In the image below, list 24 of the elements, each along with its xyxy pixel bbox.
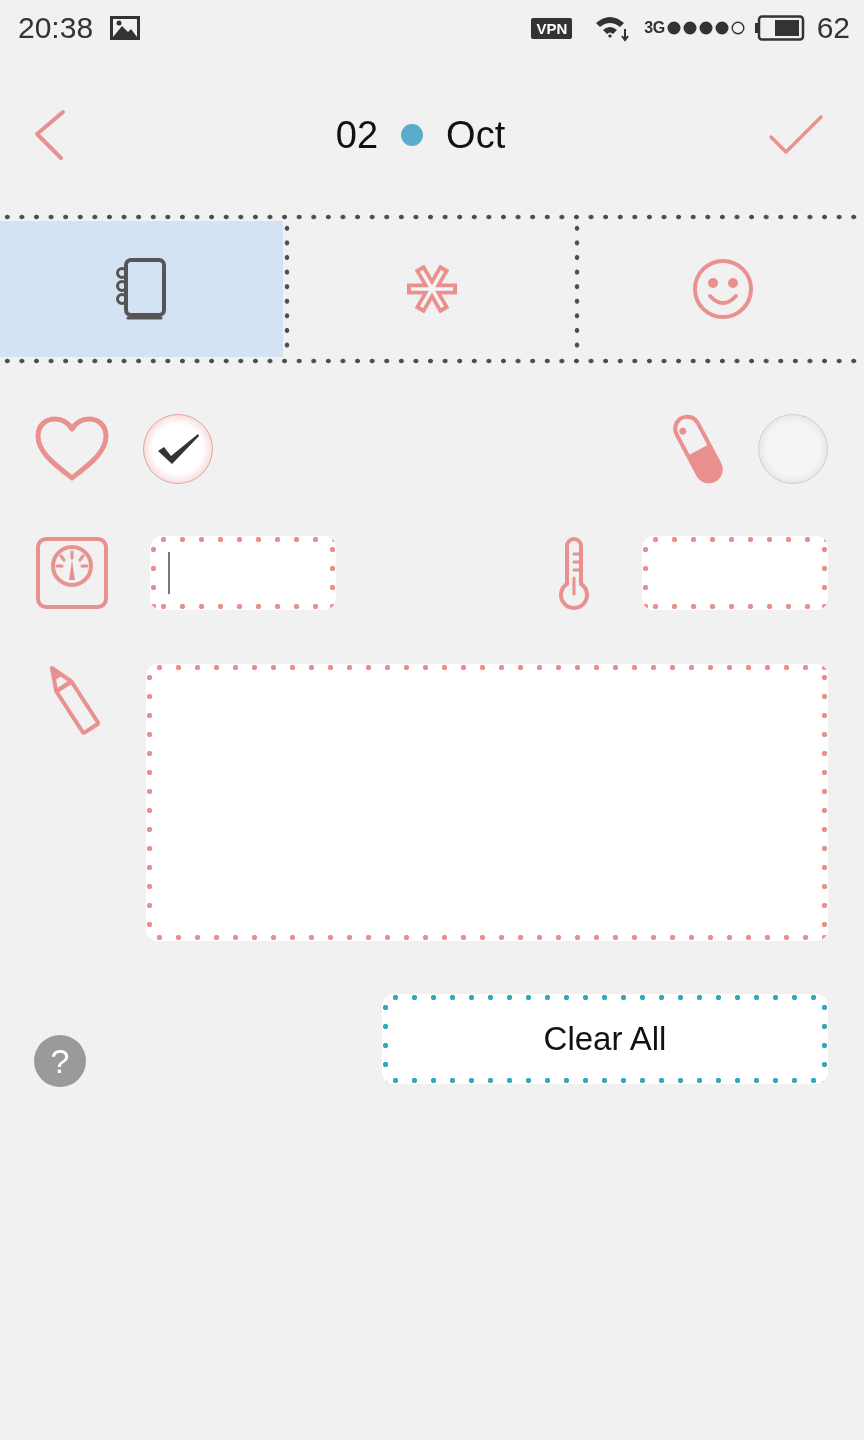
signal-icon [666, 20, 745, 36]
checkmark-icon [768, 112, 824, 157]
back-icon [33, 108, 67, 161]
clear-all-button[interactable]: Clear All [382, 994, 828, 1084]
confirm-button[interactable] [768, 112, 824, 157]
back-button[interactable] [33, 108, 67, 161]
wifi-icon [594, 14, 631, 42]
tab[interactable] [0, 221, 283, 357]
date-day: 02 [335, 115, 379, 154]
date-month: Oct [446, 115, 506, 154]
battery-icon [754, 15, 805, 41]
vpn-badge: VPN [531, 17, 573, 39]
dot-icon [401, 123, 424, 146]
network-type: 3G [644, 20, 665, 36]
scale-icon [35, 536, 109, 610]
smiley-icon [691, 258, 754, 320]
battery-level: 62 [816, 13, 850, 43]
image-icon [110, 16, 141, 40]
input-field[interactable] [642, 536, 828, 610]
input-field[interactable] [150, 536, 336, 610]
checkmark-icon [156, 432, 200, 466]
clock-time: 20:38 [18, 13, 94, 43]
heart-icon [34, 415, 110, 483]
notebook-icon [114, 257, 169, 321]
